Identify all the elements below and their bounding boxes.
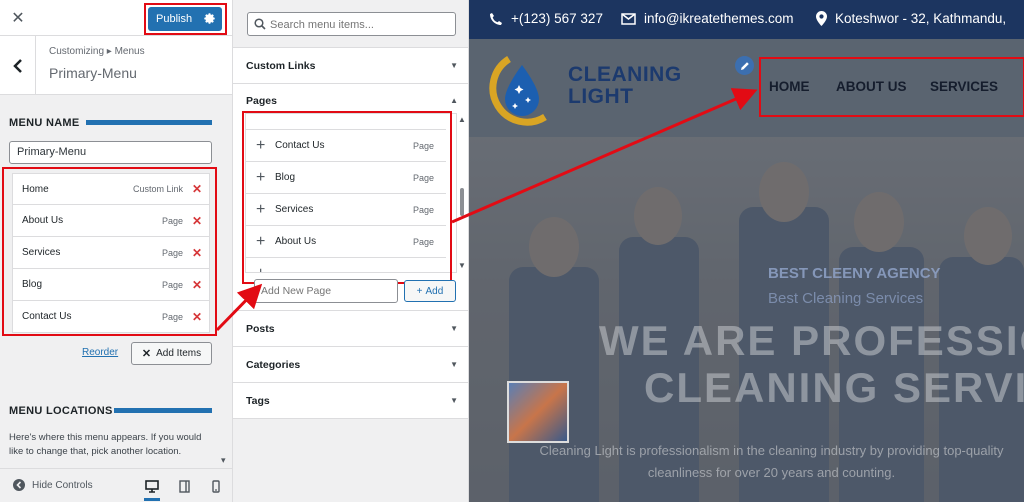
hero-tagline: BEST CLEENY AGENCY: [768, 265, 941, 282]
accordion-title: Posts: [246, 323, 275, 335]
search-input[interactable]: [270, 16, 450, 33]
accordion-title: Categories: [246, 359, 301, 371]
add-page-button[interactable]: + Add: [404, 280, 456, 302]
hero-banner: BEST CLEENY AGENCY Best Cleaning Service…: [469, 137, 1024, 502]
screenshot-root: ✕ Publish Customizing ▸ Menus Primary-Me…: [0, 0, 1024, 502]
breadcrumb: Customizing ▸ Menus: [49, 46, 145, 57]
back-button[interactable]: [0, 36, 36, 95]
highlight-box-nav: [759, 57, 1024, 117]
site-preview: +(123) 567 327 info@ikreatethemes.com Ko…: [469, 0, 1024, 502]
hero-title-line-1: WE ARE PROFESSIO: [599, 317, 1024, 364]
new-page-field[interactable]: [254, 279, 398, 303]
caret-down-icon: ▼: [450, 360, 458, 369]
menu-name-field[interactable]: Primary-Menu: [9, 141, 212, 164]
accordion-categories[interactable]: Categories ▼: [233, 346, 468, 383]
caret-down-icon: ▼: [450, 396, 458, 405]
caret-down-icon: ▼: [450, 324, 458, 333]
add-items-label: Add Items: [156, 348, 202, 359]
chevron-down-icon[interactable]: ▾: [221, 455, 226, 466]
logo-icon: [489, 56, 547, 126]
menu-name-heading: MENU NAME: [9, 117, 80, 129]
email-text: info@ikreatethemes.com: [644, 11, 794, 26]
logo-line-2: LIGHT: [568, 85, 634, 108]
collapse-icon: [13, 479, 25, 491]
heading-underline: [86, 120, 212, 125]
menu-locations-heading: MENU LOCATIONS: [9, 405, 113, 417]
hero-description: Cleaning Light is professionalism in the…: [539, 443, 1004, 480]
menu-locations-description: Here's where this menu appears. If you w…: [9, 432, 202, 457]
caret-up-icon[interactable]: ▲: [450, 96, 458, 105]
highlight-box-publish: [144, 3, 227, 35]
hero-subtitle: Best Cleaning Services: [768, 290, 924, 307]
chevron-left-icon: [12, 58, 22, 73]
hide-controls-label: Hide Controls: [32, 479, 93, 491]
logo-line-1: CLEANING: [568, 63, 682, 86]
tablet-preview-button[interactable]: [174, 476, 194, 496]
topbar-email: info@ikreatethemes.com: [621, 11, 794, 26]
chevron-up-icon[interactable]: ▲: [458, 115, 466, 124]
address-text: Koteshwor - 32, Kathmandu,: [835, 11, 1007, 26]
close-icon[interactable]: ✕: [0, 0, 36, 36]
hide-controls-button[interactable]: Hide Controls: [13, 479, 93, 491]
desktop-icon: [145, 479, 159, 493]
tablet-icon: [178, 479, 190, 493]
plus-icon: +: [416, 285, 423, 297]
location-pin-icon: [816, 11, 827, 26]
accordion-tags[interactable]: Tags ▼: [233, 382, 468, 419]
hero-title-line-2: CLEANING SERVI: [644, 364, 1024, 411]
accordion-custom-links[interactable]: Custom Links ▼: [233, 47, 468, 84]
scrollbar-thumb[interactable]: [460, 188, 464, 216]
edit-pencil-icon[interactable]: [735, 56, 754, 75]
highlight-box-menu-items: [2, 167, 217, 336]
desktop-preview-button[interactable]: [142, 476, 162, 501]
customizer-sidebar: ✕ Publish Customizing ▸ Menus Primary-Me…: [0, 0, 233, 502]
accordion-title[interactable]: Pages: [246, 95, 277, 107]
envelope-icon: [621, 12, 636, 25]
thumbnail-image[interactable]: [507, 381, 569, 443]
phone-text: +(123) 567 327: [511, 11, 603, 26]
customizer-footer: Hide Controls: [0, 468, 232, 502]
mobile-icon: [212, 479, 220, 493]
heading-underline: [114, 408, 212, 413]
phone-icon: [490, 12, 502, 25]
topbar: +(123) 567 327 info@ikreatethemes.com Ko…: [469, 0, 1024, 39]
search-icon: [254, 18, 266, 30]
close-icon: ✕: [141, 348, 152, 360]
highlight-box-pages: [242, 111, 452, 284]
pages-scrollbar[interactable]: ▲ ▼: [457, 113, 467, 273]
topbar-phone: +(123) 567 327: [489, 11, 603, 26]
reorder-link[interactable]: Reorder: [82, 347, 118, 358]
caret-down-icon: ▼: [450, 61, 458, 70]
page-title: Primary-Menu: [49, 65, 137, 81]
accordion-title: Tags: [246, 395, 270, 407]
add-items-button[interactable]: ✕ Add Items: [131, 342, 212, 365]
panel-nav: Customizing ▸ Menus Primary-Menu: [0, 36, 232, 95]
accordion-title: Custom Links: [246, 60, 316, 72]
mobile-preview-button[interactable]: [206, 476, 226, 496]
search-box: [247, 12, 456, 36]
site-logo-text: CLEANING LIGHT: [568, 64, 682, 108]
chevron-down-icon[interactable]: ▼: [458, 261, 466, 270]
topbar-address: Koteshwor - 32, Kathmandu,: [816, 11, 1006, 26]
add-label: Add: [425, 285, 444, 297]
accordion-posts[interactable]: Posts ▼: [233, 310, 468, 347]
